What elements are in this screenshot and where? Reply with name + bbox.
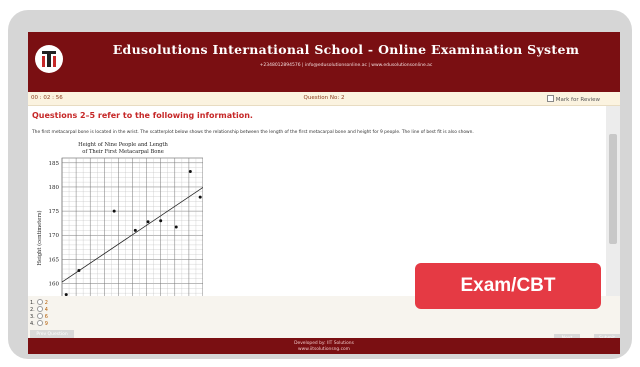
question-number: Question No: 2 <box>303 95 345 101</box>
option-value: 9 <box>44 321 48 327</box>
mark-review-label: Mark for Review <box>555 97 600 103</box>
option-4[interactable]: 4. 9 <box>30 320 48 327</box>
scrollbar-thumb[interactable] <box>609 134 617 244</box>
y-tick-label: 175 <box>49 209 60 215</box>
scatter-chart: Height of Nine People and Length of Thei… <box>36 142 203 296</box>
chart-title-line1: Height of Nine People and Length <box>78 142 168 148</box>
question-heading: Questions 2–5 refer to the following inf… <box>32 111 253 120</box>
radio-icon[interactable] <box>36 320 43 326</box>
radio-icon[interactable] <box>36 299 43 305</box>
y-tick-label: 185 <box>49 161 60 167</box>
data-point <box>146 220 150 224</box>
question-description: The first metacarpal bone is located in … <box>32 130 474 135</box>
checkbox-icon <box>546 95 554 102</box>
exam-cbt-badge: Exam/CBT <box>415 263 601 309</box>
data-point <box>133 228 137 232</box>
footer-website-link[interactable]: www.iitsolutionsng.com <box>28 347 620 352</box>
data-point <box>112 209 116 213</box>
contact-info: +2348012894576 | info@edusolutionsonline… <box>259 63 433 68</box>
y-tick-label: 170 <box>49 233 60 239</box>
vertical-scrollbar[interactable] <box>606 106 620 296</box>
data-point <box>174 225 178 229</box>
option-2[interactable]: 2. 4 <box>30 306 48 313</box>
data-point <box>188 170 192 174</box>
data-point <box>77 268 81 272</box>
footer-developer: Developed by: IIT Solutions <box>294 341 354 346</box>
option-number: 4. <box>30 321 35 327</box>
radio-icon[interactable] <box>36 306 43 312</box>
radio-icon[interactable] <box>36 313 43 319</box>
y-tick-label: 160 <box>49 282 60 288</box>
question-bar: 00 : 02 : 56 Question No: 2 Mark for Rev… <box>28 92 620 106</box>
data-point <box>159 219 163 223</box>
y-tick-label: 180 <box>49 185 60 191</box>
option-1[interactable]: 1. 2 <box>30 299 48 306</box>
school-logo-icon <box>35 45 63 73</box>
y-tick-label: 165 <box>49 257 60 263</box>
app-title: Edusolutions International School - Onli… <box>112 42 580 57</box>
option-3[interactable]: 3. 6 <box>30 313 48 320</box>
mark-review-checkbox[interactable]: Mark for Review <box>546 95 600 103</box>
data-point <box>198 195 202 199</box>
app-header: Edusolutions International School - Onli… <box>28 32 620 92</box>
y-axis-label: Height (centimeters) <box>36 210 43 265</box>
app-footer: Developed by: IIT Solutions www.iitsolut… <box>28 338 620 354</box>
chart-title-line2: of Their First Metacarpal Bone <box>82 149 164 155</box>
